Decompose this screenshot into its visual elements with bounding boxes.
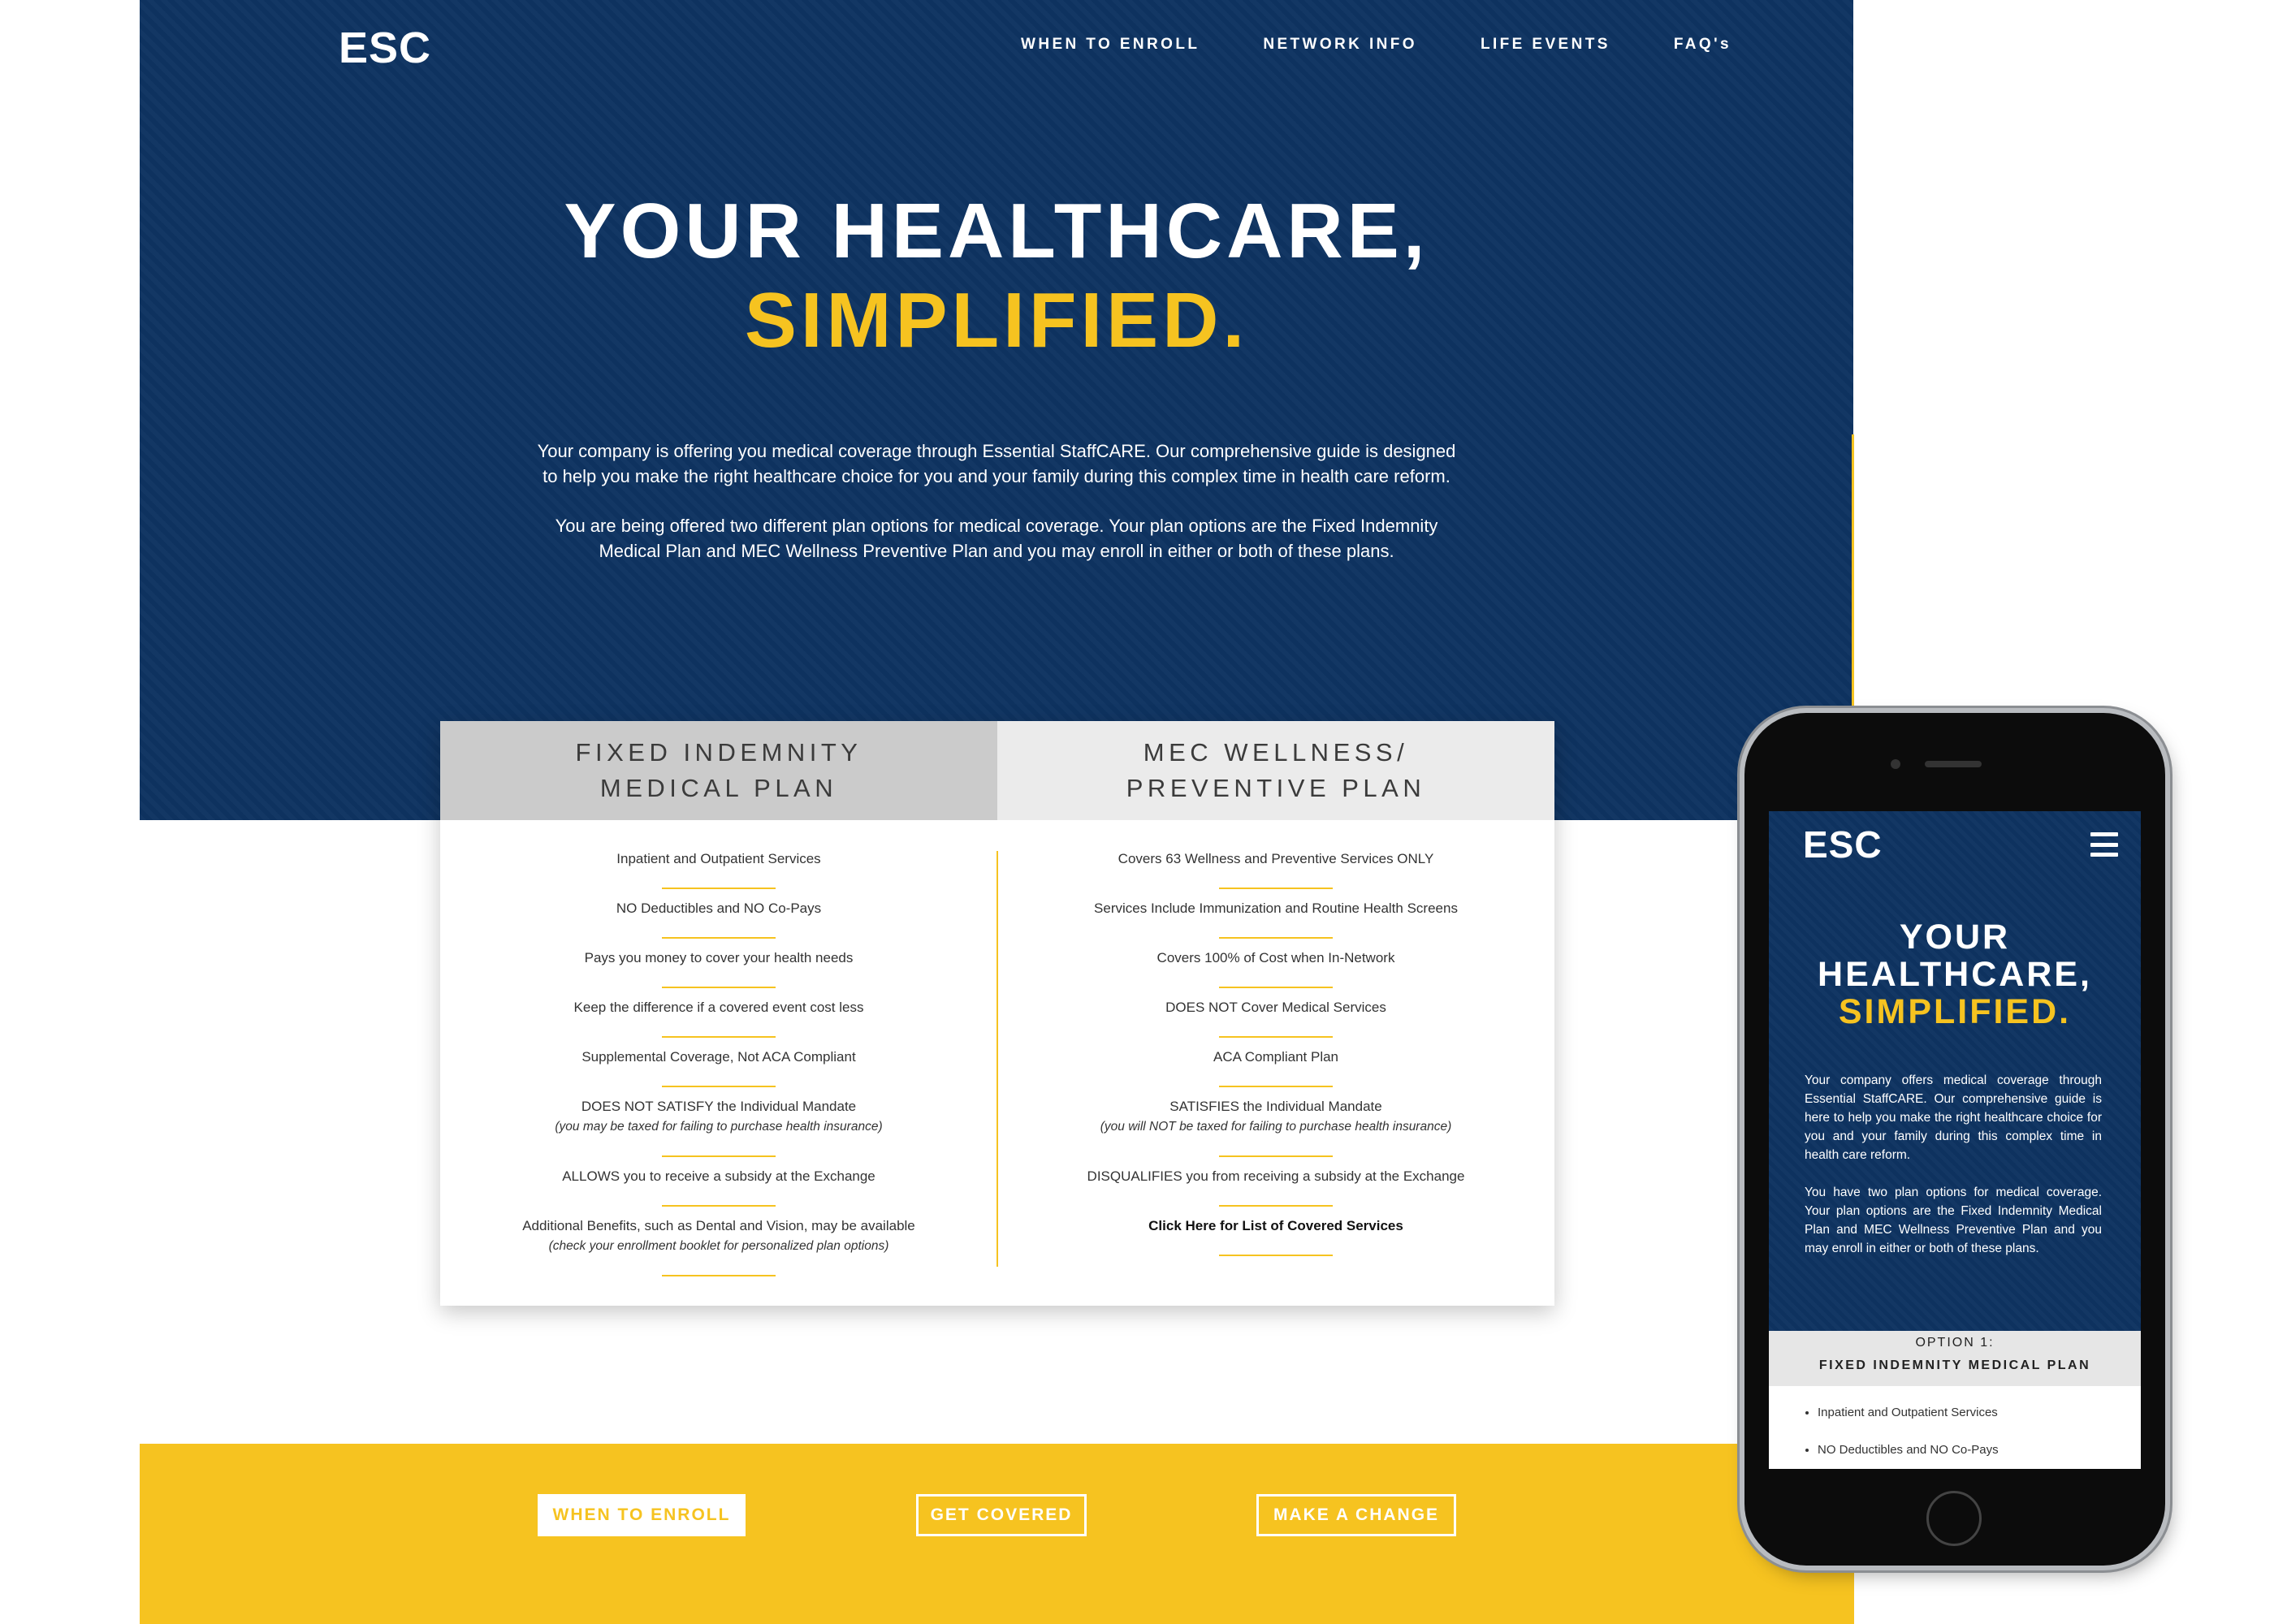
hero-section: ESC WHEN TO ENROLL NETWORK INFO LIFE EVE… <box>140 0 1853 820</box>
list-item: Covers 63 Wellness and Preventive Servic… <box>997 849 1554 899</box>
list-item: ALLOWS you to receive a subsidy at the E… <box>440 1167 997 1216</box>
mec-wellness-title-2: PREVENTIVE PLAN <box>1126 774 1426 802</box>
list-item: Inpatient and Outpatient Services <box>1818 1404 2141 1422</box>
mobile-headline-line1: YOUR <box>1899 918 2011 957</box>
mec-wellness-title-1: MEC WELLNESS/ <box>1143 738 1409 767</box>
hero-intro: Your company is offering you medical cov… <box>530 438 1463 588</box>
list-item: ACA Compliant Plan <box>997 1047 1554 1097</box>
fixed-indemnity-header: FIXED INDEMNITY MEDICAL PLAN <box>440 721 997 820</box>
list-item: NO Deductibles and NO Co-Pays <box>1818 1441 2141 1459</box>
fixed-indemnity-title-2: MEDICAL PLAN <box>599 774 838 802</box>
main-nav: WHEN TO ENROLL NETWORK INFO LIFE EVENTS … <box>1021 36 1731 54</box>
headline-line2: SIMPLIFIED. <box>744 277 1249 364</box>
fixed-indemnity-features: Inpatient and Outpatient Services NO Ded… <box>440 849 997 1286</box>
item-note: (you will NOT be taxed for failing to pu… <box>1100 1120 1452 1134</box>
home-button[interactable] <box>1926 1491 1982 1546</box>
mobile-headline: YOUR HEALTHCARE, SIMPLIFIED. <box>1769 918 2141 1030</box>
mobile-esc-logo[interactable]: ESC <box>1803 823 1883 866</box>
list-item: DISQUALIFIES you from receiving a subsid… <box>997 1167 1554 1216</box>
intro-paragraph-2: You are being offered two different plan… <box>555 516 1438 561</box>
list-item: Supplemental Coverage, Not ACA Compliant <box>440 1047 997 1097</box>
mobile-headline-line3: SIMPLIFIED. <box>1838 992 2072 1031</box>
phone-screen: ESC YOUR HEALTHCARE, SIMPLIFIED. Your co… <box>1769 811 2141 1469</box>
option-title: FIXED INDEMNITY MEDICAL PLAN <box>1818 1358 2091 1372</box>
desktop-page: ESC WHEN TO ENROLL NETWORK INFO LIFE EVE… <box>140 0 1854 1624</box>
nav-when-to-enroll[interactable]: WHEN TO ENROLL <box>1021 36 1200 54</box>
nav-faqs[interactable]: FAQ's <box>1674 36 1731 54</box>
list-item: Pays you money to cover your health need… <box>440 948 997 998</box>
esc-logo[interactable]: ESC <box>339 23 431 73</box>
cta-band: WHEN TO ENROLL GET COVERED MAKE A CHANGE <box>140 1444 1853 1624</box>
list-item: DOES NOT SATISFY the Individual Mandate … <box>440 1097 997 1167</box>
fixed-indemnity-title-1: FIXED INDEMNITY <box>575 738 862 767</box>
make-a-change-button[interactable]: MAKE A CHANGE <box>1256 1494 1456 1536</box>
mobile-paragraph-1: Your company offers medical coverage thr… <box>1805 1073 2102 1162</box>
hero-headline: YOUR HEALTHCARE, SIMPLIFIED. <box>140 187 1853 365</box>
item-note: (you may be taxed for failing to purchas… <box>555 1120 883 1134</box>
option-label: OPTION 1: <box>1915 1336 1995 1350</box>
mec-wellness-features: Covers 63 Wellness and Preventive Servic… <box>997 849 1554 1266</box>
list-item: Covers 100% of Cost when In-Network <box>997 948 1554 998</box>
mobile-headline-line2: HEALTHCARE, <box>1818 955 2092 994</box>
phone-mockup: ESC YOUR HEALTHCARE, SIMPLIFIED. Your co… <box>1744 713 2165 1566</box>
item-note: (check your enrollment booklet for perso… <box>548 1239 889 1253</box>
list-item: DOES NOT Cover Medical Services <box>997 998 1554 1047</box>
when-to-enroll-button[interactable]: WHEN TO ENROLL <box>538 1494 746 1536</box>
hamburger-menu-icon[interactable] <box>2090 832 2118 857</box>
list-item: Inpatient and Outpatient Services <box>440 849 997 899</box>
nav-network-info[interactable]: NETWORK INFO <box>1263 36 1417 54</box>
list-item: NO Deductibles and NO Co-Pays <box>440 899 997 948</box>
list-item: Keep the difference if a covered event c… <box>440 998 997 1047</box>
camera-icon <box>1891 759 1900 769</box>
intro-paragraph-1: Your company is offering you medical cov… <box>537 441 1456 486</box>
get-covered-button[interactable]: GET COVERED <box>916 1494 1087 1536</box>
speaker-grille <box>1925 761 1982 767</box>
nav-life-events[interactable]: LIFE EVENTS <box>1481 36 1610 54</box>
mobile-hero: ESC YOUR HEALTHCARE, SIMPLIFIED. Your co… <box>1769 811 2141 1331</box>
list-item: Additional Benefits, such as Dental and … <box>440 1216 997 1286</box>
mobile-feature-list: Inpatient and Outpatient Services NO Ded… <box>1801 1404 2141 1469</box>
mec-wellness-header: MEC WELLNESS/ PREVENTIVE PLAN <box>997 721 1554 820</box>
mobile-intro: Your company offers medical coverage thr… <box>1805 1071 2102 1276</box>
list-item: SATISFIES the Individual Mandate (you wi… <box>997 1097 1554 1167</box>
covered-services-link[interactable]: Click Here for List of Covered Services <box>997 1216 1554 1266</box>
list-item: Services Include Immunization and Routin… <box>997 899 1554 948</box>
mobile-option-header: OPTION 1: FIXED INDEMNITY MEDICAL PLAN <box>1769 1331 2141 1386</box>
headline-line1: YOUR HEALTHCARE, <box>564 188 1429 274</box>
plan-comparison-card: FIXED INDEMNITY MEDICAL PLAN MEC WELLNES… <box>440 721 1554 1306</box>
mobile-paragraph-2: You have two plan options for medical co… <box>1805 1186 2102 1255</box>
